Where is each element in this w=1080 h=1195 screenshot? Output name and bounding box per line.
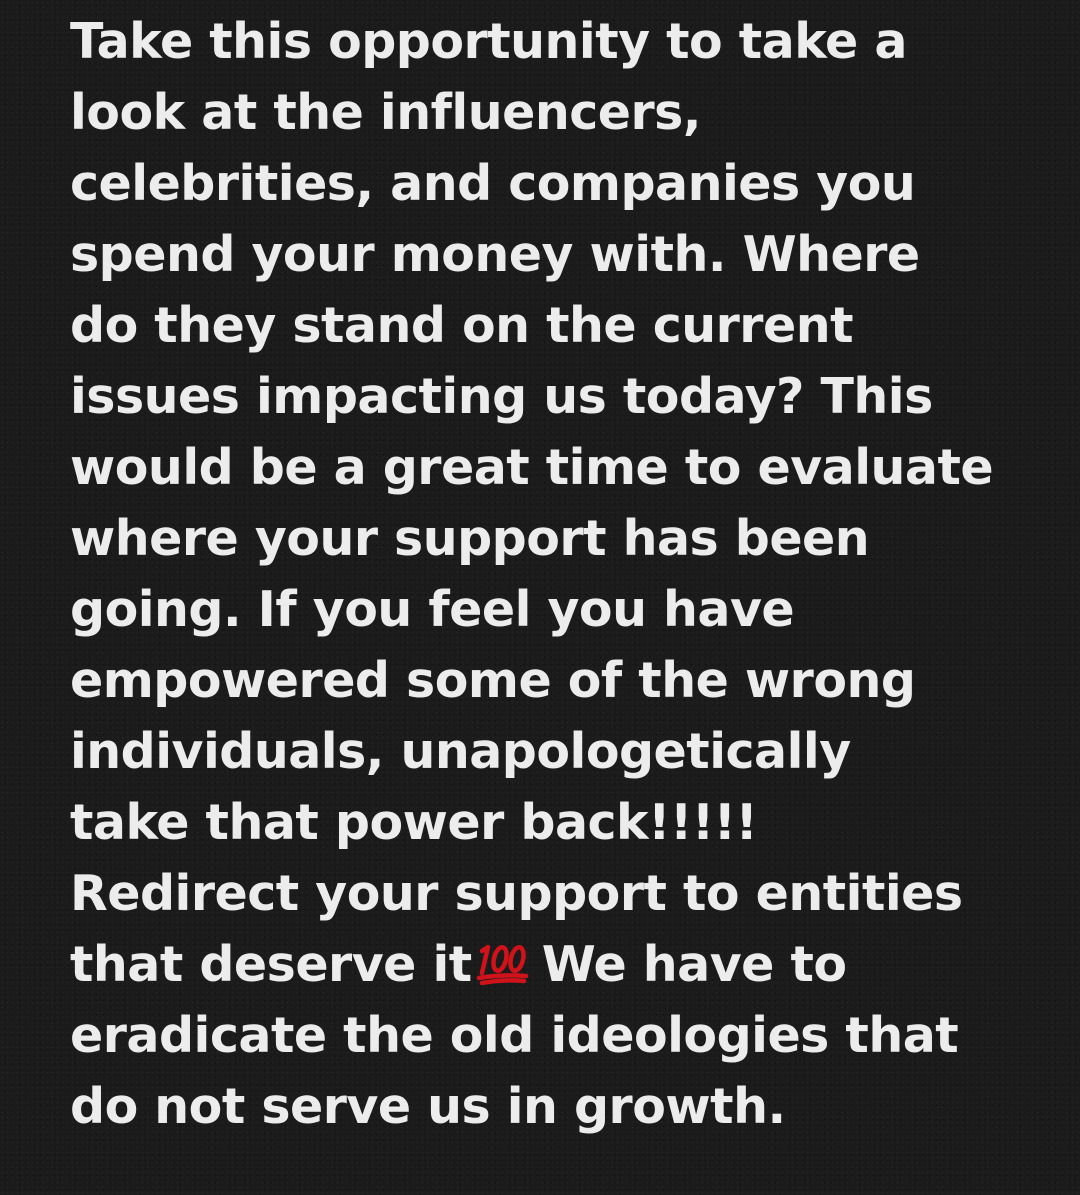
text-line: look at the influencers, <box>70 84 701 141</box>
text-line: celebrities, and companies you <box>70 155 916 212</box>
text-line: where your support has been <box>70 510 870 567</box>
story-text-card: Take this opportunity to take a look at … <box>0 0 1080 1195</box>
text-line-with-emoji: that deserve it We have to <box>70 935 847 995</box>
text-line: do not serve us in growth. <box>70 1078 786 1135</box>
text-line: Redirect your support to entities <box>70 865 963 922</box>
text-segment: that deserve it <box>70 936 472 993</box>
text-line: empowered some of the wrong <box>70 652 916 709</box>
text-line: do they stand on the current <box>70 297 854 354</box>
text-line: individuals, unapologetically <box>70 723 851 780</box>
text-line: Take this opportunity to take a <box>70 13 907 70</box>
hundred-points-icon <box>476 941 532 985</box>
text-line: going. If you feel you have <box>70 581 795 638</box>
text-line: would be a great time to evaluate <box>70 439 994 496</box>
text-segment: We have to <box>541 936 847 993</box>
text-line: spend your money with. Where <box>70 226 920 283</box>
text-line: eradicate the old ideologies that <box>70 1007 959 1064</box>
text-line: take that power back!!!!! <box>70 794 758 851</box>
text-line: issues impacting us today? This <box>70 368 933 425</box>
